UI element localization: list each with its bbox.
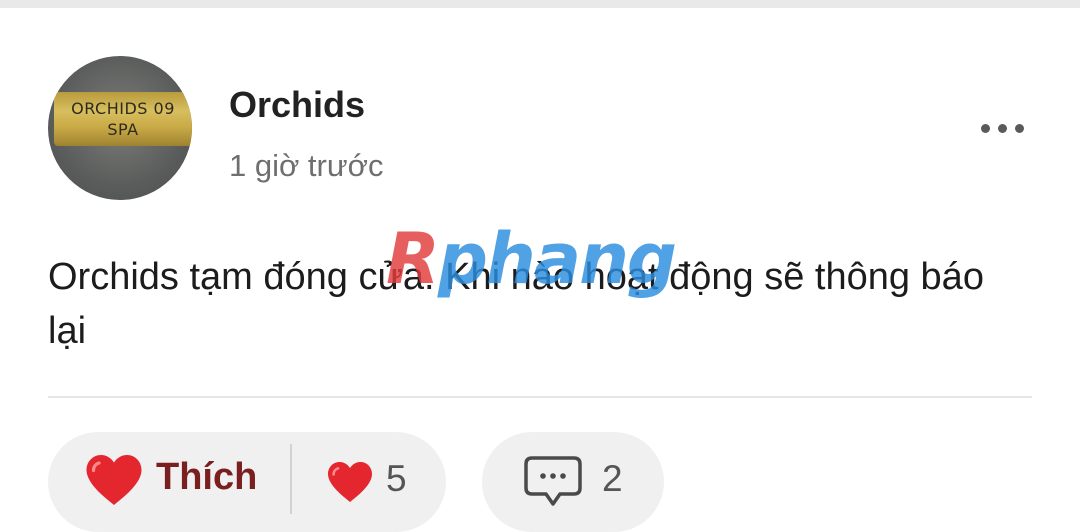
more-options-button[interactable] [972,108,1032,148]
comment-button[interactable]: 2 [482,432,664,532]
watermark-part2: phang [437,218,677,300]
heart-icon[interactable] [84,452,144,508]
like-separator [290,444,292,514]
more-horizontal-icon [980,123,1024,133]
like-button[interactable]: Thích [156,456,257,499]
divider [48,396,1032,398]
author-name[interactable]: Orchids [229,84,365,126]
comment-count: 2 [602,458,623,499]
avatar-logo-line1: ORCHIDS 09 [71,99,175,118]
avatar[interactable]: ORCHIDS 09 SPA [48,56,192,200]
watermark-logo: Rphang [386,214,706,304]
watermark-part1: R [386,218,440,300]
comment-bubble-icon [524,456,582,506]
avatar-logo-plate: ORCHIDS 09 SPA [54,92,192,146]
top-strip [0,0,1080,8]
like-reaction-bar: Thích 5 [48,432,446,532]
post-time: 1 giờ trước [229,148,384,183]
avatar-logo-line2: SPA [107,120,139,139]
reaction-count[interactable]: 5 [386,458,407,500]
reaction-heart-icon [328,462,372,502]
